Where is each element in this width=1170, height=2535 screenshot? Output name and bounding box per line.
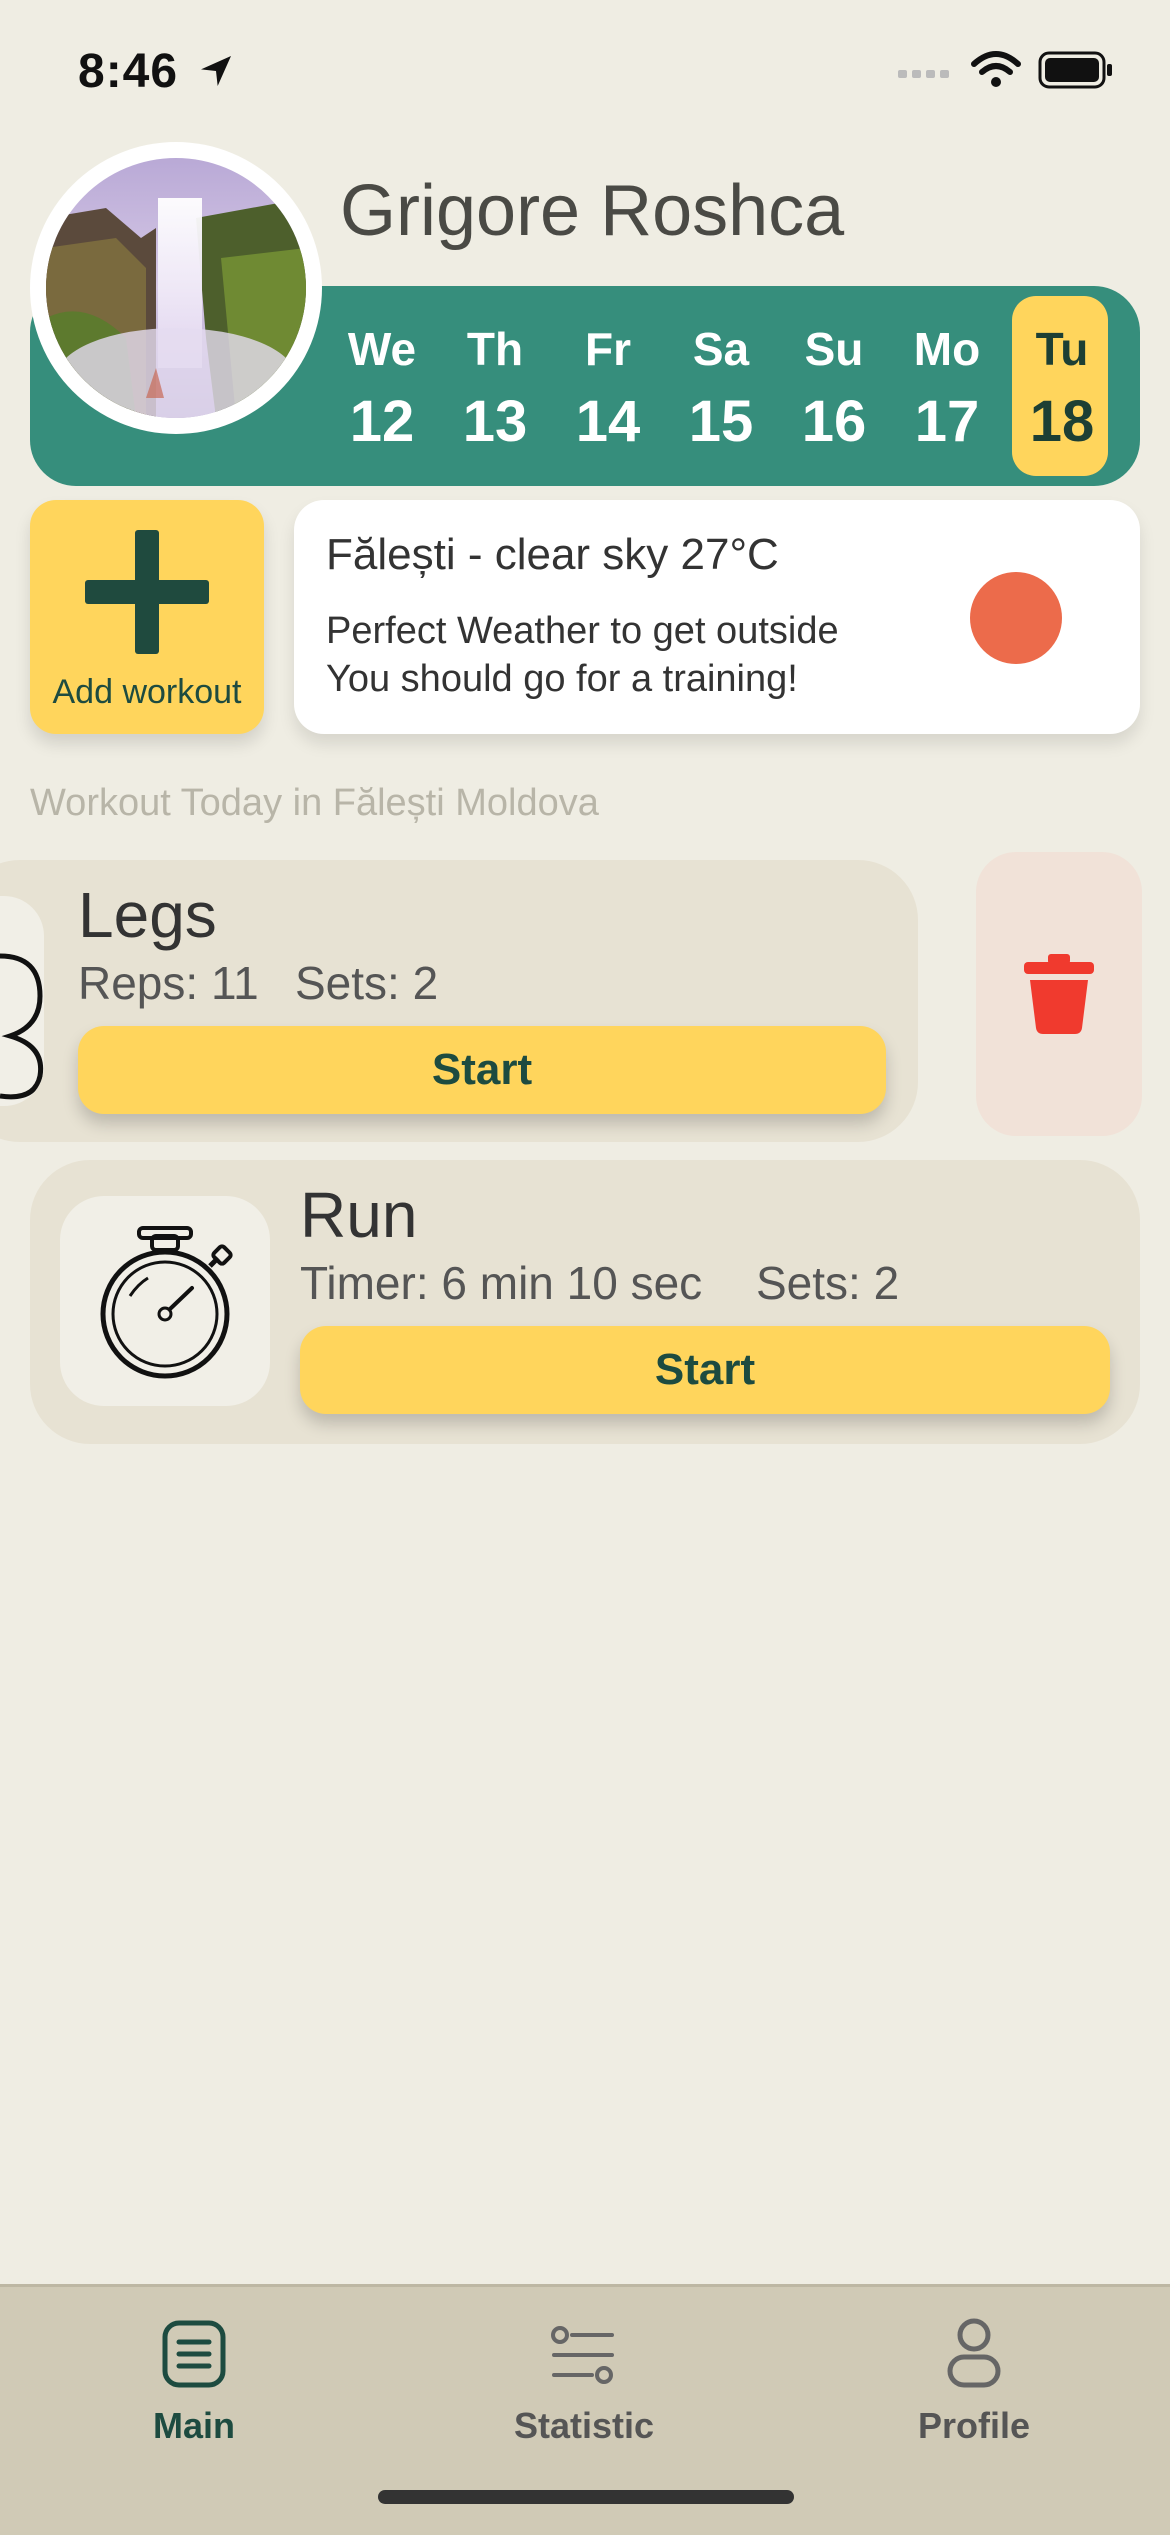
- day-of-week-label: Su: [804, 323, 864, 375]
- status-indicators: [898, 50, 1114, 90]
- day-number: 14: [575, 389, 641, 454]
- day-number: 13: [462, 389, 528, 454]
- day-su[interactable]: Su 16: [784, 286, 884, 486]
- person-icon: [947, 2318, 1001, 2388]
- day-fr[interactable]: Fr 14: [558, 286, 658, 486]
- day-mo[interactable]: Mo 17: [897, 286, 997, 486]
- user-name: Grigore Roshca: [340, 171, 845, 251]
- workout-icon-box: [60, 1196, 270, 1406]
- avatar-waterfall-image: [46, 158, 306, 418]
- workout-icon-box: [0, 896, 44, 1106]
- day-tu-selected[interactable]: Tu 18: [1012, 286, 1112, 486]
- day-of-week-label: Fr: [585, 323, 631, 375]
- workout-timer: Timer: 6 min 10 sec: [300, 1257, 703, 1309]
- workout-card-legs[interactable]: Legs Reps: 11 Sets: 2 Start: [0, 860, 918, 1142]
- wifi-icon: [971, 51, 1021, 87]
- tab-main[interactable]: Main: [64, 2305, 324, 2455]
- weather-status-indicator: [970, 572, 1062, 664]
- day-number: 16: [801, 389, 867, 454]
- workout-card-run[interactable]: Run Timer: 6 min 10 sec Sets: 2 Start: [30, 1160, 1140, 1444]
- add-workout-button[interactable]: Add workout: [30, 500, 264, 734]
- tab-label: Profile: [917, 2405, 1031, 2446]
- day-number: 17: [914, 389, 980, 454]
- day-sa[interactable]: Sa 15: [671, 286, 771, 486]
- location-arrow-icon: [201, 56, 232, 86]
- start-button[interactable]: Start: [300, 1326, 1110, 1414]
- tab-label: Statistic: [513, 2405, 655, 2446]
- battery-icon: [1038, 51, 1112, 89]
- start-button[interactable]: Start: [78, 1026, 886, 1114]
- tab-label: Main: [152, 2405, 235, 2446]
- workout-title: Run: [300, 1179, 418, 1251]
- day-of-week-label: Sa: [692, 323, 750, 375]
- workout-sets: Sets: 2: [295, 957, 439, 1009]
- home-indicator: [378, 2490, 794, 2504]
- day-of-week-label: Tu: [1035, 323, 1089, 375]
- add-workout-label: Add workout: [52, 673, 242, 711]
- day-th[interactable]: Th 13: [445, 286, 545, 486]
- workout-reps: Reps: 11: [78, 957, 259, 1009]
- day-of-week-label: Mo: [913, 323, 981, 375]
- trash-icon: [1024, 954, 1094, 1034]
- plus-icon: [85, 530, 209, 654]
- avatar[interactable]: [30, 142, 322, 434]
- sliders-icon: [551, 2326, 614, 2384]
- delete-workout-button[interactable]: [976, 852, 1142, 1136]
- tab-statistic[interactable]: Statistic: [454, 2305, 714, 2455]
- tab-profile[interactable]: Profile: [844, 2305, 1104, 2455]
- status-time: 8:46: [78, 44, 236, 99]
- workout-title: Legs: [78, 879, 217, 951]
- list-icon: [162, 2320, 226, 2388]
- status-time-text: 8:46: [78, 45, 179, 98]
- weather-card: Fălești - clear sky 27°C Perfect Weather…: [294, 500, 1140, 734]
- weather-title: Fălești - clear sky 27°C: [326, 530, 779, 579]
- stopwatch-icon: [100, 1226, 233, 1379]
- day-of-week-label: We: [347, 323, 417, 375]
- day-we[interactable]: We 12: [332, 286, 432, 486]
- weather-message-line-1: Perfect Weather to get outside: [326, 610, 839, 652]
- weather-message-line-2: You should go for a training!: [326, 658, 798, 700]
- workout-sets: Sets: 2: [756, 1257, 900, 1309]
- day-number: 18: [1029, 389, 1095, 454]
- workout-image-icon: [0, 953, 44, 1100]
- section-label: Workout Today in Fălești Moldova: [30, 782, 599, 824]
- cellular-signal-icon: [898, 70, 949, 78]
- day-number: 15: [688, 389, 754, 454]
- day-of-week-label: Th: [466, 323, 524, 375]
- day-number: 12: [349, 389, 415, 454]
